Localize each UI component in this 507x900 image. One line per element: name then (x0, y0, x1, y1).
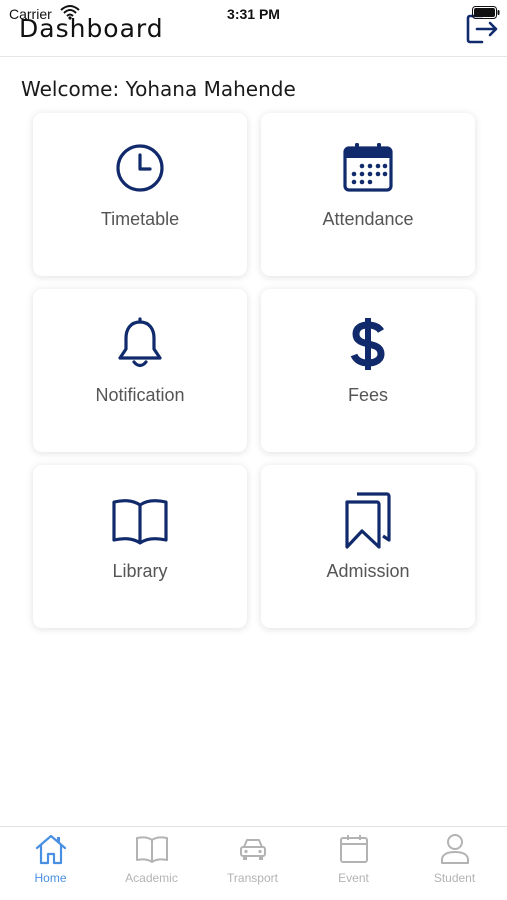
attendance-card[interactable]: Attendance (261, 113, 475, 276)
bell-icon (118, 317, 162, 368)
card-label: Fees (347, 385, 389, 405)
tab-event[interactable]: Event (303, 827, 404, 900)
car-icon (239, 839, 266, 860)
book-icon (112, 499, 168, 545)
calendar-icon (339, 835, 368, 863)
tab-student[interactable]: Student (404, 827, 505, 900)
tab-home[interactable]: Home (0, 827, 101, 900)
card-label: Library (112, 561, 168, 581)
person-icon (440, 834, 469, 864)
notification-card[interactable]: Notification (33, 289, 247, 452)
card-label: Timetable (100, 209, 180, 229)
admission-card[interactable]: Admission (261, 465, 475, 628)
tab-academic[interactable]: Academic (101, 827, 202, 900)
card-label: Admission (326, 561, 410, 581)
welcome-message: Welcome: Yohana Mahende (21, 77, 296, 101)
dollar-icon (350, 318, 385, 370)
bookmarks-icon (345, 492, 391, 549)
battery-icon (472, 6, 500, 19)
card-label: Notification (95, 385, 185, 405)
tab-label: Academic (125, 871, 178, 885)
bottom-tab-bar: Home Academic Transport Event Student (0, 826, 507, 900)
tab-label: Transport (227, 871, 278, 885)
clock-time: 3:31 PM (227, 6, 280, 22)
calendar-icon (343, 143, 393, 192)
book-icon (135, 836, 168, 863)
tab-transport[interactable]: Transport (202, 827, 303, 900)
tab-label: Home (34, 871, 67, 885)
status-bar: Carrier 3:31 PM (0, 0, 507, 30)
card-label: Attendance (322, 209, 414, 229)
home-icon (35, 834, 66, 865)
tab-label: Student (433, 871, 476, 885)
clock-icon (116, 144, 164, 192)
library-card[interactable]: Library (33, 465, 247, 628)
tab-label: Event (338, 871, 369, 885)
fees-card[interactable]: Fees (261, 289, 475, 452)
timetable-card[interactable]: Timetable (33, 113, 247, 276)
